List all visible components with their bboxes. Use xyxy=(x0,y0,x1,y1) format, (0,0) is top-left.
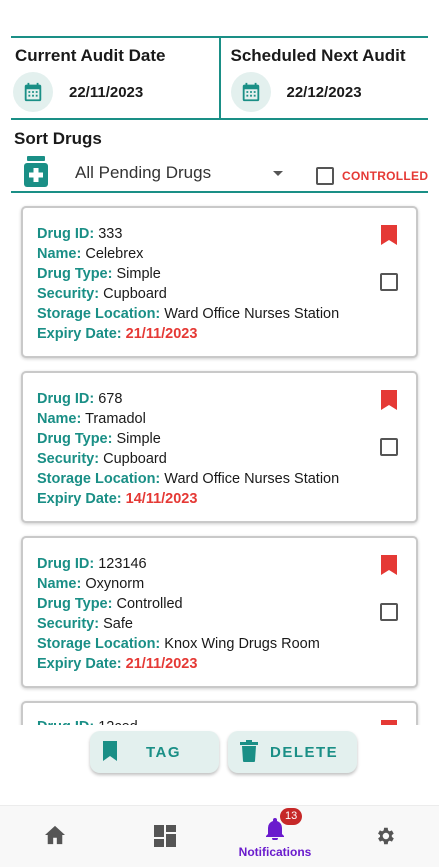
storage-value: Ward Office Nurses Station xyxy=(164,306,340,322)
drug-id-value: 12ced xyxy=(98,719,138,725)
nav-notifications-label: Notifications xyxy=(238,845,312,859)
bookmark-icon[interactable] xyxy=(380,224,398,246)
audit-dates-panel: Current Audit Date 22/11/2023 Scheduled … xyxy=(11,36,428,120)
nav-settings[interactable] xyxy=(330,806,439,867)
controlled-checkbox[interactable] xyxy=(316,167,334,185)
controlled-label[interactable]: CONTROLLED xyxy=(342,169,428,183)
notification-badge: 13 xyxy=(280,808,303,825)
drug-filter-select[interactable]: All Pending Drugs xyxy=(67,154,291,191)
drug-list[interactable]: Drug ID: 333 Name: Celebrex Drug Type: S… xyxy=(0,204,439,725)
nav-dashboard[interactable] xyxy=(110,806,220,867)
delete-button[interactable]: DELETE xyxy=(228,731,357,773)
drug-select-checkbox[interactable] xyxy=(380,438,398,456)
drug-select-checkbox[interactable] xyxy=(380,603,398,621)
drug-card[interactable]: Drug ID: 333 Name: Celebrex Drug Type: S… xyxy=(21,206,418,358)
drug-filter-value: All Pending Drugs xyxy=(75,163,212,182)
calendar-icon xyxy=(242,82,259,102)
next-audit-calendar-button[interactable] xyxy=(230,72,271,112)
drug-id-value: 123146 xyxy=(98,556,147,572)
security-value: Cupboard xyxy=(103,451,167,467)
drug-select-checkbox[interactable] xyxy=(380,273,398,291)
drug-name-value: Tramadol xyxy=(85,411,146,427)
medicine-icon xyxy=(24,156,48,187)
calendar-icon xyxy=(24,82,42,102)
bookmark-icon[interactable] xyxy=(380,389,398,411)
drug-id-label: Drug ID: xyxy=(37,719,94,725)
nav-home[interactable] xyxy=(0,806,110,867)
drug-type-value: Simple xyxy=(116,266,161,282)
bookmark-icon[interactable] xyxy=(380,719,398,725)
expiry-label: Expiry Date: xyxy=(37,491,122,507)
drug-type-label: Drug Type: xyxy=(37,266,113,282)
tag-label: TAG xyxy=(146,744,182,761)
expiry-label: Expiry Date: xyxy=(37,656,122,672)
gear-icon xyxy=(378,827,394,845)
drug-id-label: Drug ID: xyxy=(37,226,95,242)
drug-id-label: Drug ID: xyxy=(37,391,95,407)
home-icon xyxy=(45,825,65,845)
drug-name-label: Name: xyxy=(37,246,82,262)
drug-name-label: Name: xyxy=(37,411,82,427)
drug-id-value: 678 xyxy=(98,391,123,407)
security-label: Security: xyxy=(37,286,100,302)
drug-card[interactable]: Drug ID: 123146 Name: Oxynorm Drug Type:… xyxy=(21,536,418,688)
expiry-value: 14/11/2023 xyxy=(125,491,198,507)
security-value: Safe xyxy=(103,616,133,632)
drug-card[interactable]: Drug ID: 12ced xyxy=(21,701,418,725)
current-audit-calendar-button[interactable] xyxy=(13,72,53,112)
security-label: Security: xyxy=(37,451,100,467)
next-audit-section: Scheduled Next Audit 22/12/2023 xyxy=(221,38,429,118)
current-audit-date: 22/11/2023 xyxy=(69,84,144,101)
security-value: Cupboard xyxy=(103,286,167,302)
action-bar: TAG DELETE xyxy=(0,731,439,775)
bookmark-icon xyxy=(103,741,117,761)
drug-type-value: Controlled xyxy=(116,596,183,612)
current-audit-title: Current Audit Date xyxy=(15,46,166,65)
storage-value: Ward Office Nurses Station xyxy=(164,471,340,487)
delete-label: DELETE xyxy=(270,744,339,761)
trash-icon xyxy=(240,740,258,762)
drug-id-value: 333 xyxy=(98,226,123,242)
expiry-value: 21/11/2023 xyxy=(125,656,198,672)
sort-controls: All Pending Drugs CONTROLLED xyxy=(11,154,428,193)
storage-label: Storage Location: xyxy=(37,306,161,322)
drug-name-value: Celebrex xyxy=(85,246,144,262)
drug-type-value: Simple xyxy=(116,431,161,447)
chevron-down-icon xyxy=(273,171,283,176)
drug-type-label: Drug Type: xyxy=(37,596,113,612)
drug-type-label: Drug Type: xyxy=(37,431,113,447)
storage-value: Knox Wing Drugs Room xyxy=(164,636,320,652)
current-audit-section: Current Audit Date 22/11/2023 xyxy=(11,38,221,118)
storage-label: Storage Location: xyxy=(37,636,161,652)
nav-notifications[interactable]: 13 Notifications xyxy=(220,806,330,867)
security-label: Security: xyxy=(37,616,100,632)
dashboard-icon xyxy=(154,825,176,847)
drug-id-label: Drug ID: xyxy=(37,556,95,572)
drug-name-label: Name: xyxy=(37,576,82,592)
drug-name-value: Oxynorm xyxy=(85,576,145,592)
storage-label: Storage Location: xyxy=(37,471,161,487)
expiry-label: Expiry Date: xyxy=(37,326,122,342)
sort-drugs-title: Sort Drugs xyxy=(14,129,102,148)
drug-card[interactable]: Drug ID: 678 Name: Tramadol Drug Type: S… xyxy=(21,371,418,523)
next-audit-date: 22/12/2023 xyxy=(286,84,362,101)
bookmark-icon[interactable] xyxy=(380,554,398,576)
next-audit-title: Scheduled Next Audit xyxy=(230,46,406,65)
expiry-value: 21/11/2023 xyxy=(125,326,198,342)
bottom-nav: 13 Notifications xyxy=(0,805,439,867)
tag-button[interactable]: TAG xyxy=(90,731,219,773)
